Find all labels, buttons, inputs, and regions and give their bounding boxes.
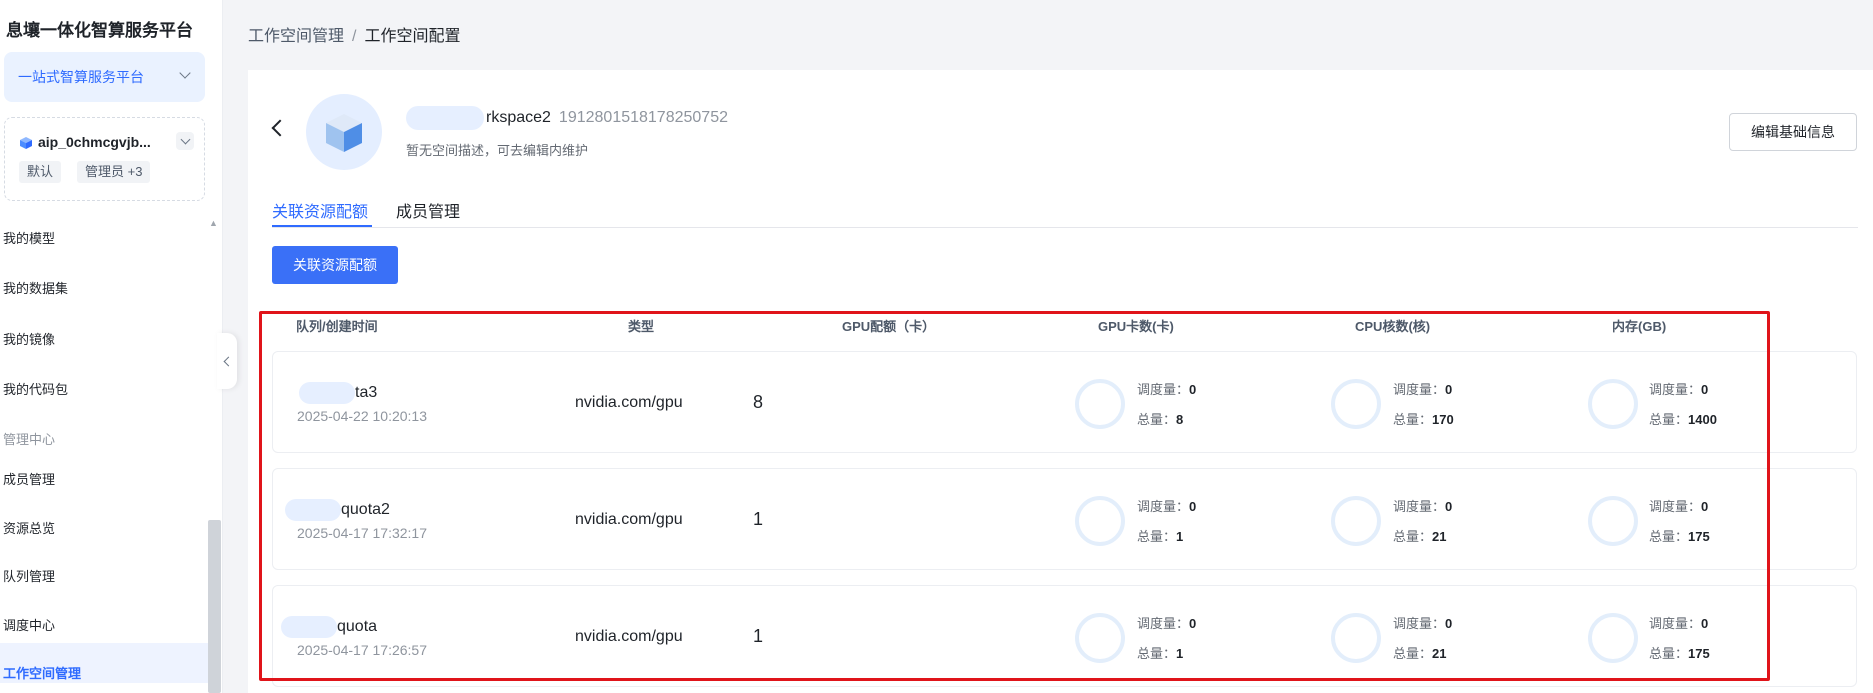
gpu-total: 总量：1 (1137, 529, 1184, 544)
memory-total: 总量：175 (1649, 646, 1710, 661)
queue-created-time: 2025-04-17 17:26:57 (297, 642, 427, 658)
cube-icon (326, 114, 362, 152)
breadcrumb-parent[interactable]: 工作空间管理 (248, 28, 344, 45)
memory-total: 总量：1400 (1649, 412, 1717, 427)
memory-usage-ring (1588, 496, 1638, 546)
cpu-scheduled: 调度量：0 (1393, 382, 1453, 397)
associate-quota-button[interactable]: 关联资源配额 (272, 246, 398, 284)
platform-select[interactable]: 一站式智算服务平台 (4, 52, 205, 102)
redacted-blur (285, 499, 341, 521)
workspace-description: 暂无空间描述，可去编辑内维护 (406, 143, 589, 158)
cpu-scheduled: 调度量：0 (1393, 499, 1453, 514)
workspace-name: aip_0chmcgvjb... (38, 134, 151, 150)
redacted-blur (299, 382, 355, 404)
chevron-left-icon (223, 356, 234, 366)
queue-created-time: 2025-04-17 17:32:17 (297, 525, 427, 541)
table-row[interactable]: quota2 2025-04-17 17:32:17 nvidia.com/gp… (272, 468, 1857, 570)
sidebar-item-scheduling[interactable]: 调度中心 (3, 615, 55, 634)
column-header-cpu-cores: CPU核数(核) (1355, 319, 1431, 334)
queue-type: nvidia.com/gpu (575, 394, 683, 411)
gpu-usage-ring (1075, 613, 1125, 663)
edit-basic-info-button[interactable]: 编辑基础信息 (1729, 113, 1857, 151)
app-title: 息壤一体化智算服务平台 (6, 21, 193, 40)
queue-name: quota (281, 616, 377, 638)
memory-scheduled: 调度量：0 (1649, 499, 1709, 514)
sidebar-item-my-images[interactable]: 我的镜像 (3, 329, 55, 348)
workspace-config-panel: rkspace2 1912801518178250752 暂无空间描述，可去编辑内… (248, 70, 1873, 693)
gpu-usage-ring (1075, 379, 1125, 429)
breadcrumb-separator: / (352, 28, 357, 45)
cpu-total: 总量：21 (1393, 646, 1447, 661)
queue-type: nvidia.com/gpu (575, 628, 683, 645)
back-arrow-icon[interactable] (271, 119, 289, 137)
memory-usage-ring (1588, 613, 1638, 663)
gpu-quota-value: 1 (753, 509, 764, 529)
sidebar: 息壤一体化智算服务平台 一站式智算服务平台 aip_0chmcgvjb... 默… (0, 0, 223, 693)
tag-default: 默认 (19, 161, 62, 183)
redacted-blur (281, 616, 337, 638)
column-header-gpu-cards: GPU卡数(卡) (1098, 319, 1174, 334)
tab-resource-quota[interactable]: 关联资源配额 (272, 198, 368, 222)
breadcrumb-current: 工作空间配置 (364, 28, 461, 45)
cpu-total: 总量：170 (1393, 412, 1454, 427)
sidebar-item-my-code[interactable]: 我的代码包 (3, 379, 68, 398)
workspace-id: 1912801518178250752 (558, 109, 728, 127)
sidebar-section-admin: 管理中心 (3, 432, 56, 447)
cpu-usage-ring (1331, 613, 1381, 663)
scroll-up-icon[interactable]: ▲ (209, 218, 218, 228)
breadcrumb: 工作空间管理 / 工作空间配置 (248, 22, 460, 46)
gpu-quota-value: 1 (753, 626, 764, 646)
memory-scheduled: 调度量：0 (1649, 616, 1709, 631)
queue-created-time: 2025-04-22 10:20:13 (297, 408, 427, 424)
memory-scheduled: 调度量：0 (1649, 382, 1709, 397)
cpu-total: 总量：21 (1393, 529, 1447, 544)
sidebar-item-my-models[interactable]: 我的模型 (3, 228, 55, 247)
sidebar-collapse-button[interactable] (217, 333, 237, 389)
gpu-total: 总量：8 (1137, 412, 1184, 427)
gpu-total: 总量：1 (1137, 646, 1184, 661)
sidebar-item-members[interactable]: 成员管理 (3, 469, 55, 488)
table-row[interactable]: quota 2025-04-17 17:26:57 nvidia.com/gpu… (272, 585, 1857, 687)
platform-select-label: 一站式智算服务平台 (18, 69, 144, 85)
gpu-scheduled: 调度量：0 (1137, 499, 1197, 514)
sidebar-item-my-datasets[interactable]: 我的数据集 (3, 278, 68, 297)
queue-name: ta3 (299, 382, 377, 404)
tag-admin: 管理员 +3 (77, 161, 151, 183)
chevron-down-icon[interactable] (176, 132, 194, 150)
sidebar-item-queues[interactable]: 队列管理 (3, 566, 55, 585)
cpu-usage-ring (1331, 379, 1381, 429)
tab-bar: 关联资源配额 成员管理 (272, 188, 1858, 228)
sidebar-scrollbar[interactable] (208, 520, 221, 693)
column-header-type: 类型 (628, 319, 655, 334)
gpu-scheduled: 调度量：0 (1137, 382, 1197, 397)
queue-name: quota2 (285, 499, 390, 521)
redacted-blur (406, 106, 484, 130)
column-header-queue: 队列/创建时间 (296, 319, 378, 334)
chevron-down-icon (179, 67, 191, 79)
column-header-memory: 内存(GB) (1612, 319, 1667, 334)
table-row[interactable]: ta3 2025-04-22 10:20:13 nvidia.com/gpu 8… (272, 351, 1857, 453)
memory-usage-ring (1588, 379, 1638, 429)
queue-type: nvidia.com/gpu (575, 511, 683, 528)
workspace-title-name: rkspace2 (486, 109, 551, 127)
tab-active-underline (272, 225, 372, 227)
cube-icon (20, 137, 32, 149)
cpu-usage-ring (1331, 496, 1381, 546)
memory-total: 总量：175 (1649, 529, 1710, 544)
sidebar-item-resource-overview[interactable]: 资源总览 (3, 518, 55, 537)
workspace-switcher[interactable]: aip_0chmcgvjb... 默认 管理员 +3 (4, 117, 205, 201)
cpu-scheduled: 调度量：0 (1393, 616, 1453, 631)
gpu-scheduled: 调度量：0 (1137, 616, 1197, 631)
gpu-quota-value: 8 (753, 392, 764, 412)
sidebar-item-workspaces[interactable]: 工作空间管理 (3, 663, 81, 682)
workspace-title: rkspace2 1912801518178250752 (406, 106, 728, 130)
tab-members[interactable]: 成员管理 (396, 198, 460, 222)
workspace-avatar (306, 94, 382, 170)
column-header-gpu-quota: GPU配额（卡） (842, 319, 936, 334)
gpu-usage-ring (1075, 496, 1125, 546)
